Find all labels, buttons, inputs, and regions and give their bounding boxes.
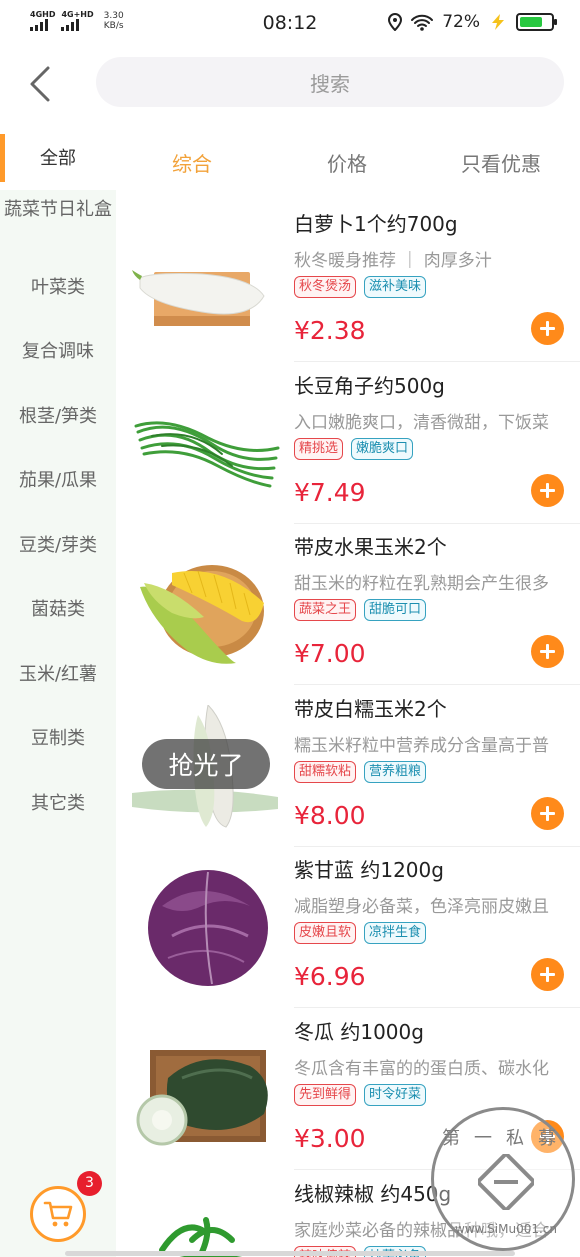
sidebar-item-other[interactable]: 其它类 — [0, 792, 116, 816]
product-price: ¥7.49 — [294, 478, 366, 507]
product-item[interactable]: 白萝卜1个约700g 秋冬暖身推荐 ｜ 肉厚多汁 秋冬煲汤 滋补美味 ¥2.38 — [116, 200, 580, 362]
cart-icon — [43, 1201, 73, 1227]
cart-count-badge: 3 — [77, 1171, 102, 1196]
watermark-logo-icon — [478, 1154, 534, 1210]
sidebar-item-mushrooms[interactable]: 菌菇类 — [0, 598, 116, 622]
product-name: 长豆角子约500g — [294, 374, 445, 398]
watermark-text: 第一私募 — [442, 1128, 570, 1149]
location-icon — [388, 13, 403, 31]
product-tag: 滋补美味 — [364, 276, 427, 298]
product-name: 紫甘蓝 约1200g — [294, 858, 444, 882]
sidebar-item-leafy[interactable]: 叶菜类 — [0, 276, 116, 300]
category-sidebar: 全部 蔬菜节日礼盒 叶菜类 复合调味 根茎/笋类 茄果/瓜果 豆类/芽类 菌菇类… — [0, 128, 116, 1257]
product-tag: 精挑选 — [294, 438, 344, 460]
product-name: 冬瓜 约1000g — [294, 1020, 424, 1044]
green-pepper-image — [159, 1217, 243, 1257]
product-description: 甜玉米的籽粒在乳熟期会产生很多 — [294, 574, 549, 594]
product-description: 秋冬暖身推荐 ｜ 肉厚多汁 — [294, 251, 492, 271]
product-tag: 皮嫩且软 — [294, 922, 357, 944]
product-item[interactable]: 紫甘蓝 约1200g 减脂塑身必备菜，色泽亮丽皮嫩且 皮嫩且软 凉拌生食 ¥6.… — [116, 846, 580, 1008]
product-item[interactable]: 带皮水果玉米2个 甜玉米的籽粒在乳熟期会产生很多 蔬菜之王 甜脆可口 ¥7.00 — [116, 523, 580, 685]
add-to-cart-button[interactable] — [531, 474, 564, 507]
long-bean-image — [134, 421, 280, 488]
radish-image — [132, 270, 265, 326]
product-price: ¥3.00 — [294, 1124, 366, 1153]
product-description: 糯玉米籽粒中营养成分含量高于普 — [294, 736, 549, 756]
battery-percent: 72% — [442, 12, 480, 32]
product-tag: 先到鲜得 — [294, 1084, 357, 1106]
add-to-cart-button[interactable] — [531, 635, 564, 668]
sidebar-item-roots[interactable]: 根茎/笋类 — [0, 405, 116, 429]
product-name: 带皮水果玉米2个 — [294, 535, 447, 559]
battery-icon — [516, 13, 557, 31]
product-tag: 甜脆可口 — [364, 599, 427, 621]
tab-discount-only[interactable]: 只看优惠 — [461, 148, 541, 177]
tab-price[interactable]: 价格 — [327, 148, 367, 177]
sidebar-item-fruit-veg[interactable]: 茄果/瓜果 — [0, 469, 116, 493]
add-to-cart-button[interactable] — [531, 797, 564, 830]
sidebar-item-gift-box[interactable]: 蔬菜节日礼盒 — [0, 198, 116, 222]
product-tag: 秋冬煲汤 — [294, 276, 357, 298]
status-bar: 4GHD 4G+HD 3.30 KB/s 08:12 72% — [0, 0, 580, 48]
product-description: 冬瓜含有丰富的的蛋白质、碳水化 — [294, 1059, 549, 1079]
product-tag: 时令好菜 — [364, 1084, 427, 1106]
add-to-cart-button[interactable] — [531, 312, 564, 345]
sweet-corn-image — [140, 565, 264, 664]
chevron-left-icon — [30, 66, 50, 102]
sidebar-item-seasoning[interactable]: 复合调味 — [0, 340, 116, 364]
sold-out-badge: 抢光了 — [142, 739, 270, 789]
product-price: ¥2.38 — [294, 316, 366, 345]
search-placeholder: 搜索 — [310, 71, 350, 96]
home-indicator[interactable] — [65, 1251, 515, 1256]
product-price: ¥7.00 — [294, 639, 366, 668]
product-description: 入口嫩脆爽口，清香微甜，下饭菜 — [294, 413, 549, 433]
product-item[interactable]: 长豆角子约500g 入口嫩脆爽口，清香微甜，下饭菜 精挑选 嫩脆爽口 ¥7.49 — [116, 362, 580, 524]
product-price: ¥6.96 — [294, 962, 366, 991]
product-name: 线椒辣椒 约450g — [294, 1182, 452, 1206]
product-tag: 甜糯软粘 — [294, 761, 357, 783]
cart-button[interactable] — [30, 1186, 86, 1242]
add-to-cart-button[interactable] — [531, 958, 564, 991]
sidebar-item-all[interactable]: 全部 — [0, 147, 116, 171]
product-tag: 蔬菜之王 — [294, 599, 357, 621]
watermark-url: www.SiMu001.cn — [455, 1222, 557, 1236]
search-input[interactable]: 搜索 — [96, 57, 564, 107]
tab-comprehensive[interactable]: 综合 — [172, 148, 212, 177]
product-item[interactable]: 抢光了 带皮白糯玉米2个 糯玉米籽粒中营养成分含量高于普 甜糯软粘 营养粗粮 ¥… — [116, 685, 580, 847]
product-tag: 嫩脆爽口 — [351, 438, 414, 460]
product-tag: 营养粗粮 — [364, 761, 427, 783]
product-description: 减脂塑身必备菜，色泽亮丽皮嫩且 — [294, 897, 549, 917]
sidebar-item-beans[interactable]: 豆类/芽类 — [0, 534, 116, 558]
sidebar-item-corn[interactable]: 玉米/红薯 — [0, 663, 116, 687]
product-price: ¥8.00 — [294, 801, 366, 830]
watermark-stamp: 第一私募 www.SiMu001.cn — [431, 1107, 575, 1251]
purple-cabbage-image — [148, 870, 268, 986]
product-name: 带皮白糯玉米2个 — [294, 697, 447, 721]
product-name: 白萝卜1个约700g — [294, 212, 458, 236]
sidebar-item-tofu[interactable]: 豆制类 — [0, 727, 116, 751]
back-button[interactable] — [22, 62, 62, 106]
winter-melon-image — [136, 1050, 268, 1146]
wifi-icon — [411, 14, 434, 31]
charging-icon — [492, 14, 504, 30]
product-tag: 凉拌生食 — [364, 922, 427, 944]
